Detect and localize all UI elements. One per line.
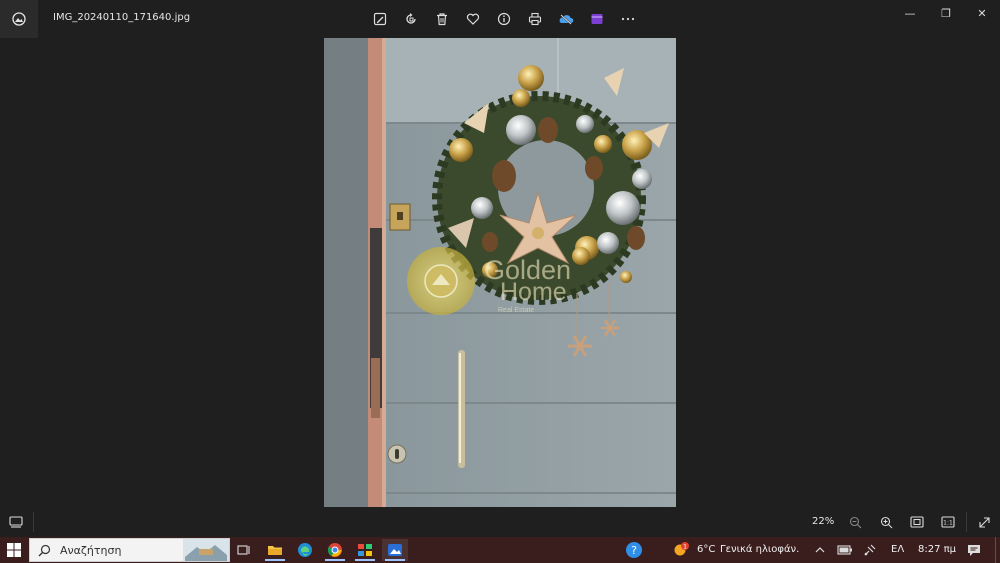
print-icon[interactable] [519,8,550,30]
chevron-up-icon[interactable] [809,539,831,561]
bottom-bar: 22% 1:1 [0,507,1000,537]
running-indicator [385,559,405,561]
taskbar: Αναζήτηση ? 1 6°C Γενικά ηλιοφάν. ΕΛ 8:2… [0,537,1000,563]
weather-temperature[interactable]: 6°C [697,544,715,555]
close-button[interactable]: ✕ [964,0,1000,26]
photo[interactable]: Golden Home Real Estate [324,38,676,507]
title-bar: IMG_20240110_171640.jpg — ❐ ✕ [0,0,1000,38]
edit-image-icon[interactable] [364,8,395,30]
watermark-tagline: Real Estate [498,307,534,314]
window-controls: — ❐ ✕ [892,0,1000,26]
network-icon[interactable] [859,539,881,561]
office-app-icon[interactable] [352,539,378,561]
photo-content: Golden Home Real Estate [324,38,676,507]
onedrive-icon[interactable] [550,8,581,30]
task-view-icon[interactable] [231,539,257,561]
notifications-icon[interactable] [963,539,985,561]
search-placeholder: Αναζήτηση [60,543,122,557]
chrome-icon[interactable] [322,539,348,561]
search-highlight-image [183,539,229,561]
photos-icon[interactable] [0,0,38,38]
weather-description[interactable]: Γενικά ηλιοφάν. [720,544,799,555]
taskbar-search-box[interactable]: Αναζήτηση [29,538,230,562]
clock-time[interactable]: 8:27 πμ [918,544,956,555]
search-icon [38,544,51,557]
toolbar [364,8,643,30]
zoom-out-icon[interactable] [845,513,865,531]
delete-icon[interactable] [426,8,457,30]
svg-text:?: ? [631,544,637,557]
zoom-in-icon[interactable] [876,513,896,531]
show-desktop-divider[interactable] [995,537,996,563]
watermark-home-text: Home [500,278,567,306]
file-name: IMG_20240110_171640.jpg [53,12,191,23]
restore-button[interactable]: ❐ [928,0,964,26]
running-indicator [325,559,345,561]
photos-window: IMG_20240110_171640.jpg — ❐ ✕ Golden Hom… [0,0,1000,537]
rotate-icon[interactable] [395,8,426,30]
image-viewer[interactable]: Golden Home Real Estate [0,38,1000,507]
fit-to-window-icon[interactable] [907,513,927,531]
weather-icon[interactable]: 1 [670,539,692,561]
input-language[interactable]: ΕΛ [891,544,904,555]
running-indicator [265,559,285,561]
battery-icon[interactable] [834,539,856,561]
filmstrip-icon[interactable] [6,514,26,530]
windows-start-icon[interactable] [4,540,24,560]
clipchamp-icon[interactable] [581,8,612,30]
info-icon[interactable] [488,8,519,30]
svg-text:1:1: 1:1 [943,520,953,527]
weather-badge: 1 [683,544,687,551]
file-explorer-icon[interactable] [262,539,288,561]
more-icon[interactable] [612,8,643,30]
divider [33,512,34,532]
running-indicator [355,559,375,561]
zoom-level[interactable]: 22% [812,516,834,527]
edge-icon[interactable] [292,539,318,561]
help-icon[interactable]: ? [621,539,647,561]
minimize-button[interactable]: — [892,0,928,26]
divider [966,512,967,532]
photos-taskbar-icon[interactable] [382,539,408,561]
actual-size-icon[interactable]: 1:1 [938,513,958,531]
full-screen-icon[interactable] [974,513,994,531]
favorite-heart-icon[interactable] [457,8,488,30]
